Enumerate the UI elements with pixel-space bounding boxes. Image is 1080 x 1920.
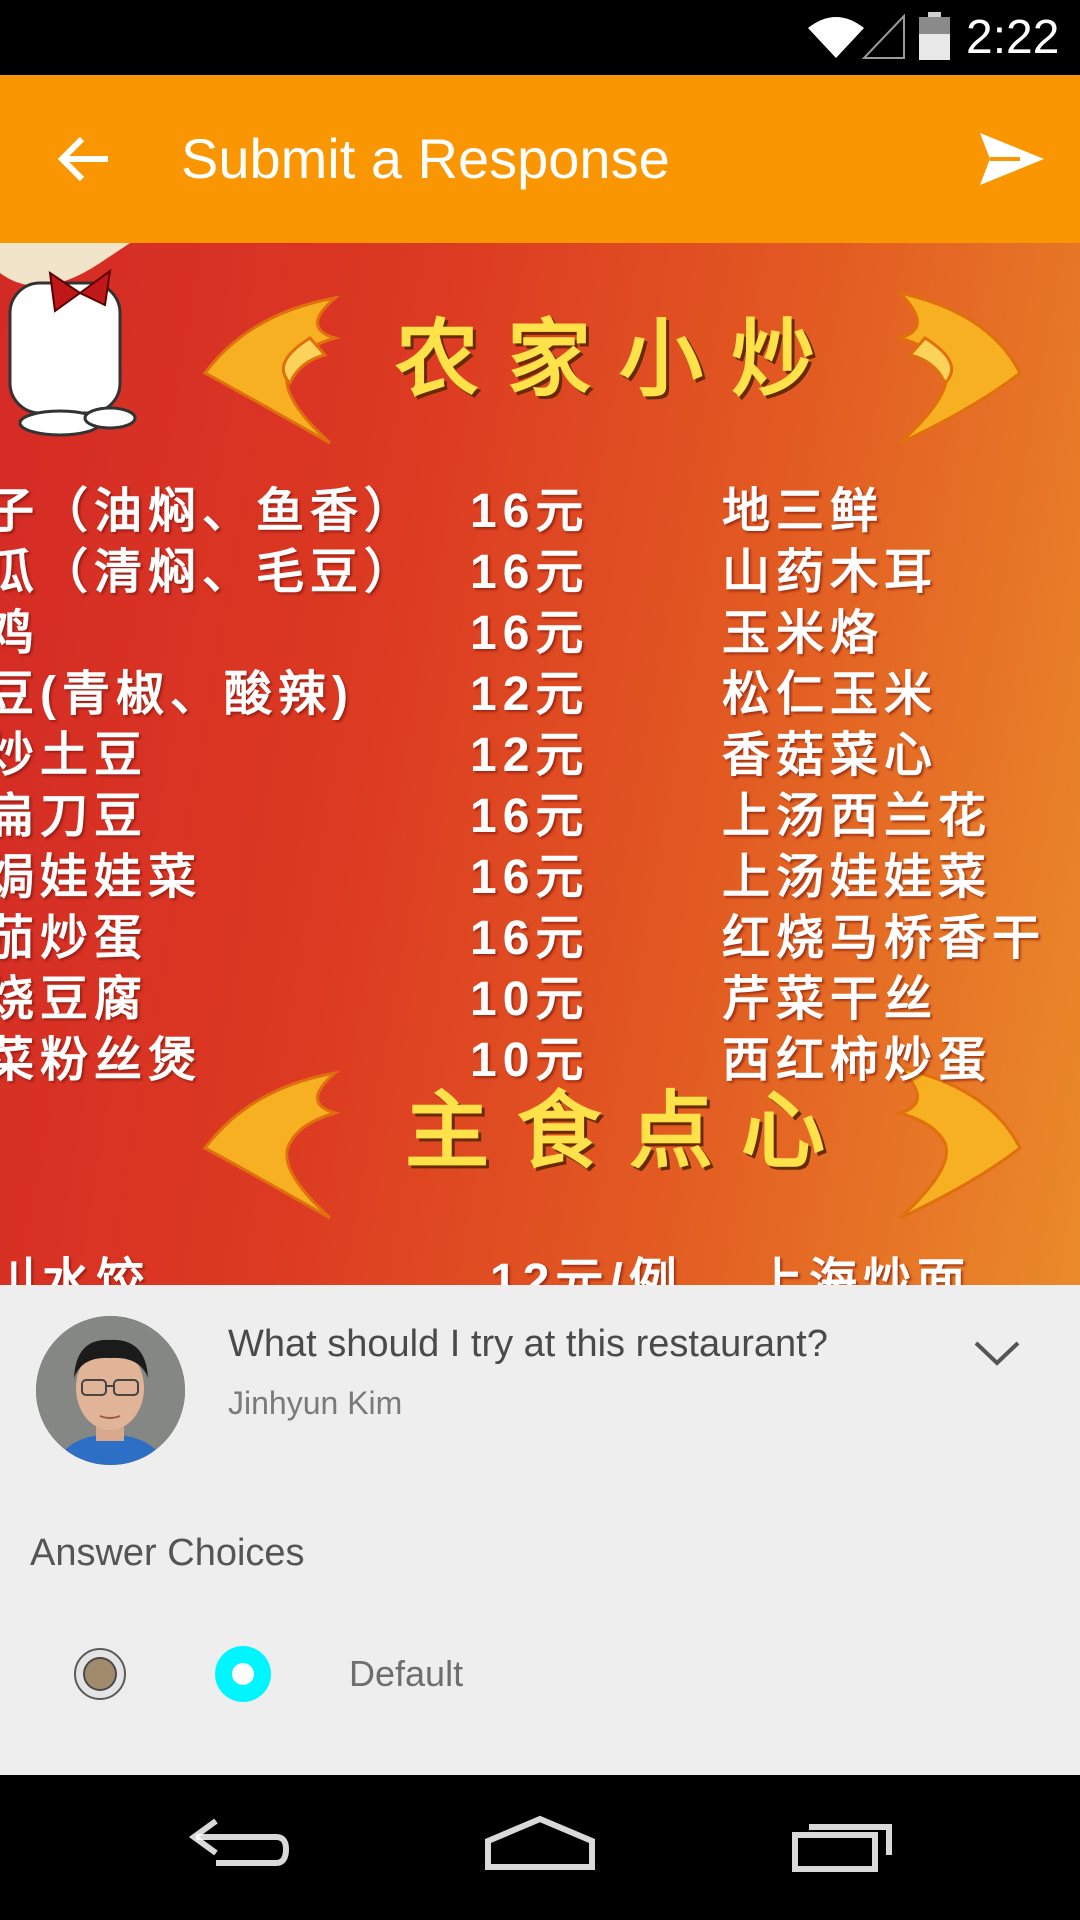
menu-left-item: 菜粉丝煲: [0, 1034, 203, 1087]
nav-bar: [0, 1775, 1080, 1920]
recents-nav-icon: [792, 1824, 892, 1872]
answer-choice-row[interactable]: Default: [0, 1610, 1080, 1740]
expand-button[interactable]: [964, 1321, 1030, 1387]
default-choice-radio[interactable]: [215, 1646, 271, 1702]
back-button[interactable]: [44, 119, 124, 199]
menu-left-item: 炒土豆: [0, 729, 149, 782]
menu-left-item: 鸡: [0, 607, 41, 660]
menu-right-item: 上汤娃娃菜: [722, 851, 993, 904]
home-nav-icon: [485, 1815, 595, 1870]
status-bar: 2:22: [0, 0, 1080, 75]
flame-ornament-top-left: [202, 295, 341, 445]
flame-ornament-bottom-left: [202, 1070, 341, 1220]
flame-ornament-top-right: [894, 290, 1022, 445]
menu-price: 16元: [470, 851, 590, 904]
menu-price: 16元: [470, 485, 590, 538]
menu-price: 16元: [470, 912, 590, 965]
menu-right-item: 玉米烙: [722, 607, 885, 660]
menu-left-item: 瓜（清焖、毛豆）: [0, 546, 419, 599]
menu-right-item: 上汤西兰花: [722, 790, 993, 843]
question-text: What should I try at this restaurant?: [228, 1323, 828, 1365]
arrow-left-icon: [57, 136, 108, 182]
photo-choice-radio[interactable]: [74, 1648, 126, 1700]
menu-right-item: 山药木耳: [722, 546, 939, 599]
menu-left-item: 扁刀豆: [0, 790, 149, 843]
menu-left-item: 焗娃娃菜: [0, 851, 203, 904]
menu-right-item: 芹菜干丝: [722, 973, 939, 1026]
cell-signal-icon: [862, 14, 905, 59]
menu-right-item: 地三鲜: [722, 485, 885, 538]
choice-label-default: Default: [349, 1653, 464, 1694]
menu-partial-left: 刂水饺: [0, 1255, 151, 1285]
author-name: Jinhyun Kim: [228, 1385, 403, 1421]
menu-price: 10元: [470, 973, 590, 1026]
avatar[interactable]: [36, 1316, 185, 1465]
menu-left-item: 子（油焖、鱼香）: [0, 485, 419, 538]
flame-ornament-bottom-right: [894, 1065, 1022, 1220]
app-bar: Submit a Response: [0, 75, 1080, 243]
menu-price: 16元: [470, 790, 590, 843]
chef-cartoon: [0, 243, 137, 437]
menu-partial-price: 12元/例: [490, 1255, 683, 1285]
menu-heading-bottom: 主食点心: [405, 1081, 854, 1180]
radio-center: [232, 1663, 254, 1685]
menu-price: 12元: [470, 729, 590, 782]
nav-back-button[interactable]: [180, 1805, 300, 1895]
send-button[interactable]: [970, 119, 1050, 199]
menu-left-item: 茄炒蛋: [0, 912, 149, 965]
menu-price: 16元: [470, 607, 590, 660]
menu-right-item: 香菇菜心: [722, 729, 939, 782]
question-card: What should I try at this restaurant? Ji…: [0, 1285, 1080, 1485]
answer-choices-label: Answer Choices: [30, 1532, 305, 1574]
photo-choice-thumbnail: [83, 1657, 117, 1691]
menu-price: 12元: [470, 668, 590, 721]
avatar-portrait: [36, 1316, 185, 1465]
chevron-down-icon: [974, 1341, 1020, 1366]
battery-icon: [919, 12, 950, 60]
menu-heading-top: 农家小炒: [395, 309, 844, 408]
nav-recents-button[interactable]: [785, 1805, 905, 1895]
menu-left-item: 豆(青椒、酸辣): [0, 668, 354, 721]
send-icon: [980, 133, 1044, 185]
wifi-icon: [808, 17, 864, 58]
page-title: Submit a Response: [181, 127, 670, 190]
status-time: 2:22: [966, 11, 1060, 64]
nav-home-button[interactable]: [480, 1805, 600, 1895]
back-nav-icon: [188, 1818, 290, 1866]
menu-photo: 农家小炒 子（油焖、鱼香） 16元 地三鲜 瓜（清焖、毛豆） 16元 山药木耳鸡 16元 玉米…: [0, 243, 1080, 1285]
menu-left-item: 烧豆腐: [0, 973, 149, 1026]
menu-right-item: 松仁玉米: [722, 668, 939, 721]
menu-price: 16元: [470, 546, 590, 599]
menu-partial-right: 上海炒面: [755, 1255, 972, 1285]
menu-right-item: 红烧马桥香干: [722, 912, 1047, 965]
